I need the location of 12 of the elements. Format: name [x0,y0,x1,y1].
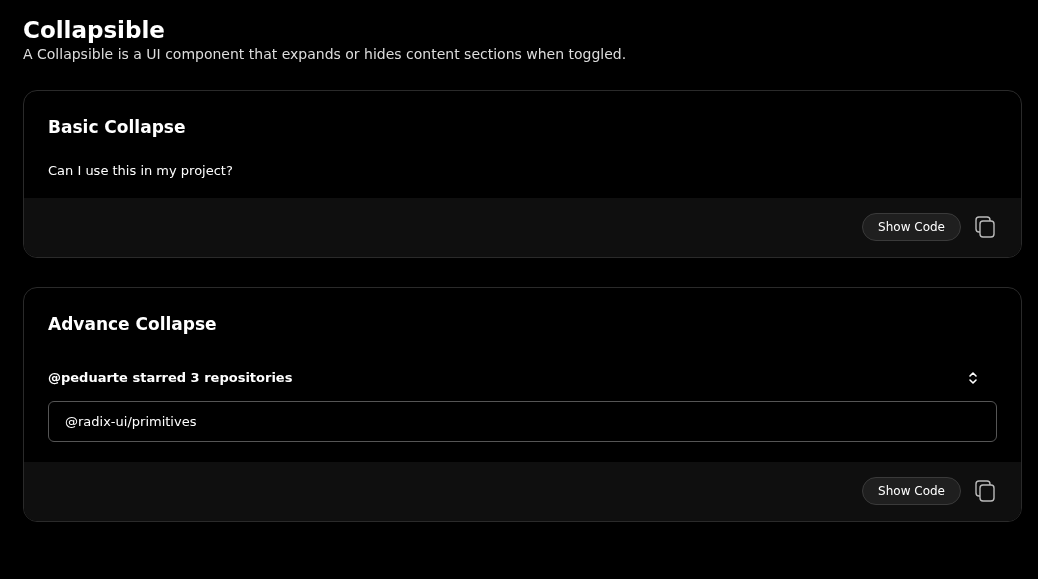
collapsible-trigger[interactable]: Can I use this in my project? [48,163,233,178]
collapsible-heading: @peduarte starred 3 repositories [48,370,293,385]
copy-icon[interactable] [975,480,995,502]
repository-item: @radix-ui/primitives [48,401,997,442]
card-title: Basic Collapse [48,117,186,137]
chevrons-up-down-icon[interactable] [967,370,979,385]
page-title: Collapsible [23,16,165,44]
copy-icon[interactable] [975,216,995,238]
card-title: Advance Collapse [48,314,217,334]
page-description: A Collapsible is a UI component that expands or hides content sections when toggled. [23,46,628,62]
show-code-button[interactable]: Show Code [862,213,961,241]
show-code-button[interactable]: Show Code [862,477,961,505]
